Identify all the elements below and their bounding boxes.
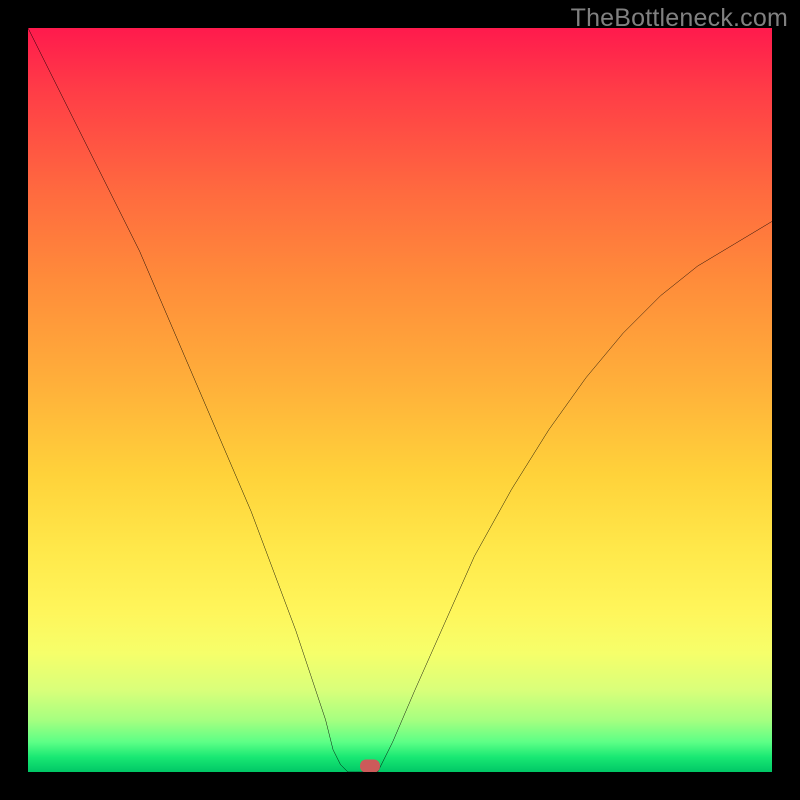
chart-frame: TheBottleneck.com — [0, 0, 800, 800]
curve-path — [28, 28, 772, 772]
min-marker — [360, 760, 380, 773]
bottleneck-curve — [28, 28, 772, 772]
watermark-text: TheBottleneck.com — [571, 4, 788, 33]
plot-area — [28, 28, 772, 772]
